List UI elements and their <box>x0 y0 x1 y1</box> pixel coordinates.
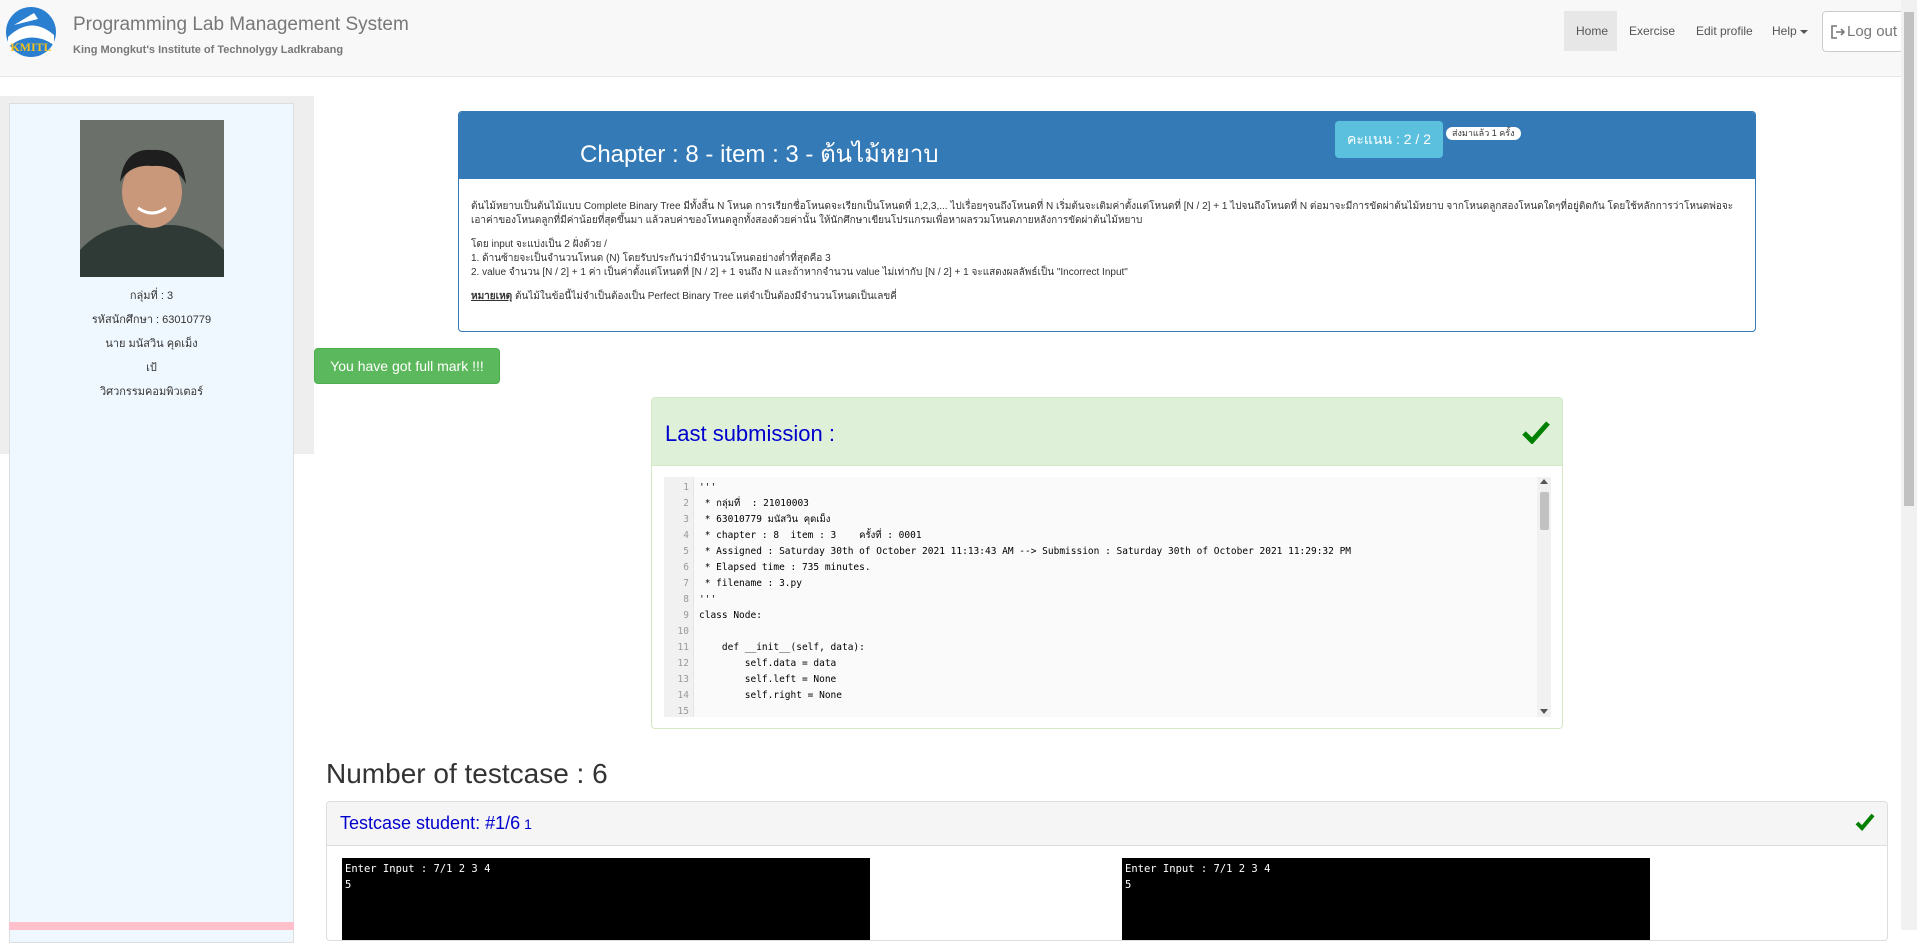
code-text: * chapter : 8 item : 3 ครั้งที่ : 0001 <box>699 530 922 541</box>
line-number: 5 <box>683 546 689 557</box>
brand-subtitle: King Mongkut's Institute of Technolygy L… <box>73 44 344 56</box>
sidebar-footer-strip <box>9 922 294 930</box>
scroll-up-icon[interactable] <box>1540 479 1548 484</box>
check-icon <box>1522 421 1550 444</box>
expected-output-terminal: Enter Input : 7/1 2 3 4 5 <box>342 858 870 940</box>
code-text: self.data = data <box>699 658 837 669</box>
code-text: * Assigned : Saturday 30th of October 20… <box>699 546 1352 557</box>
problem-title: Chapter : 8 - item : 3 - ต้นไม้หยาบ <box>580 141 939 168</box>
line-number: 13 <box>677 674 689 685</box>
line-number: 2 <box>683 498 689 509</box>
student-id: รหัสนักศึกษา : 63010779 <box>91 314 212 326</box>
scroll-down-icon[interactable] <box>1540 709 1548 714</box>
testcase-panel: Testcase student: #1/6 1 Enter Input : 7/… <box>326 801 1888 941</box>
line-number: 4 <box>683 530 689 541</box>
problem-header: Chapter : 8 - item : 3 - ต้นไม้หยาบ คะแน… <box>459 112 1755 179</box>
brand-title[interactable]: Programming Lab Management System <box>73 14 409 36</box>
testcase-count-heading: Number of testcase : 6 <box>326 758 608 789</box>
nav-help-dropdown[interactable]: Help <box>1760 11 1820 51</box>
line-number: 6 <box>683 562 689 573</box>
problem-text: ต้นไม้หยาบเป็นต้นไม้แบบ Complete Binary … <box>471 201 1734 226</box>
testcase-title: Testcase student: #1/6 1 <box>340 813 532 834</box>
line-number: 15 <box>677 706 689 717</box>
line-number: 10 <box>677 626 689 637</box>
note-text: ต้นไม้ในข้อนี้ไม่จำเป็นต้องเป็น Perfect … <box>512 291 897 302</box>
line-number: 11 <box>677 642 689 653</box>
line-number: 8 <box>683 594 689 605</box>
code-text: * กลุ่มที่ : 21010003 <box>699 498 809 509</box>
last-submission-panel: Last submission : 1 ''' 2 * กลุ่มที่ : 210… <box>651 397 1563 729</box>
page-scrollbar-thumb[interactable] <box>1904 12 1914 506</box>
line-number: 9 <box>683 610 689 621</box>
logout-icon <box>1831 25 1845 39</box>
code-text: class Node: <box>699 610 762 621</box>
student-name: นาย มนัสวิน คุดเม็ง <box>105 338 198 350</box>
line-number: 14 <box>677 690 689 701</box>
submission-title: Last submission : <box>665 421 835 446</box>
logo-text: KMITL <box>10 40 51 54</box>
student-group: กลุ่มที่ : 3 <box>129 290 174 302</box>
logout-label: Log out <box>1847 23 1898 40</box>
code-text: self.right = None <box>699 690 842 701</box>
problem-description: ต้นไม้หยาบเป็นต้นไม้แบบ Complete Binary … <box>471 200 1741 304</box>
avatar-image <box>80 120 224 277</box>
student-output-terminal: Enter Input : 7/1 2 3 4 5 <box>1122 858 1650 940</box>
kmitl-logo[interactable]: KMITL <box>4 5 58 59</box>
code-text: * Elapsed time : 735 minutes. <box>699 562 871 573</box>
problem-panel: Chapter : 8 - item : 3 - ต้นไม้หยาบ คะแน… <box>458 111 1756 332</box>
code-text: ''' <box>699 482 717 493</box>
code-text: * filename : 3.py <box>699 578 802 589</box>
student-department: วิศวกรรมคอมพิวเตอร์ <box>99 386 204 398</box>
code-scrollbar-thumb[interactable] <box>1540 492 1549 530</box>
code-text: self.left = None <box>699 674 837 685</box>
line-number: 3 <box>683 514 689 525</box>
testcase-number: 1 <box>524 816 532 832</box>
code-text: ''' <box>699 594 717 605</box>
navbar: KMITL Programming Lab Management System … <box>0 0 1917 77</box>
submission-count-badge: ส่งมาแล้ว 1 ครั้ง <box>1446 127 1521 140</box>
input-intro: โดย input จะแบ่งเป็น 2 ฝั่งด้วย / <box>471 239 607 250</box>
student-nickname: เป้ <box>146 362 157 374</box>
testcase-title-text: Testcase student: #1/6 <box>340 813 521 833</box>
student-avatar <box>80 120 224 277</box>
line-number: 1 <box>683 482 689 493</box>
nav-help-label: Help <box>1772 24 1797 38</box>
score-badge: คะแนน : 2 / 2 <box>1335 121 1443 158</box>
code-viewer[interactable]: 1 ''' 2 * กลุ่มที่ : 21010003 3 * 63010779 … <box>664 477 1551 717</box>
problem-note: หมายเหตุ ต้นไม้ในข้อนี้ไม่จำเป็นต้องเป็น… <box>471 290 1741 304</box>
full-mark-alert: You have got full mark !!! <box>314 348 500 384</box>
line-number: 7 <box>683 578 689 589</box>
nav-edit-profile[interactable]: Edit profile <box>1684 11 1765 51</box>
input-rule-2: 2. value จำนวน [N / 2] + 1 ค่า เป็นค่าตั… <box>471 267 1128 278</box>
line-number: 12 <box>677 658 689 669</box>
nav-exercise[interactable]: Exercise <box>1617 11 1687 51</box>
input-rule-1: 1. ด้านซ้ายจะเป็นจำนวนโหนด (N) โดยรับประ… <box>471 253 831 264</box>
submission-header: Last submission : <box>652 398 1562 466</box>
nav-home[interactable]: Home <box>1564 11 1617 51</box>
testcase-check-icon <box>1855 813 1875 831</box>
code-text: def __init__(self, data): <box>699 642 865 653</box>
code-text: * 63010779 มนัสวิน คุดเม็ง <box>699 514 831 525</box>
testcase-header: Testcase student: #1/6 1 <box>327 802 1887 846</box>
caret-down-icon <box>1799 29 1808 34</box>
note-label: หมายเหตุ <box>471 291 513 302</box>
logout-button[interactable]: Log out <box>1822 11 1904 52</box>
